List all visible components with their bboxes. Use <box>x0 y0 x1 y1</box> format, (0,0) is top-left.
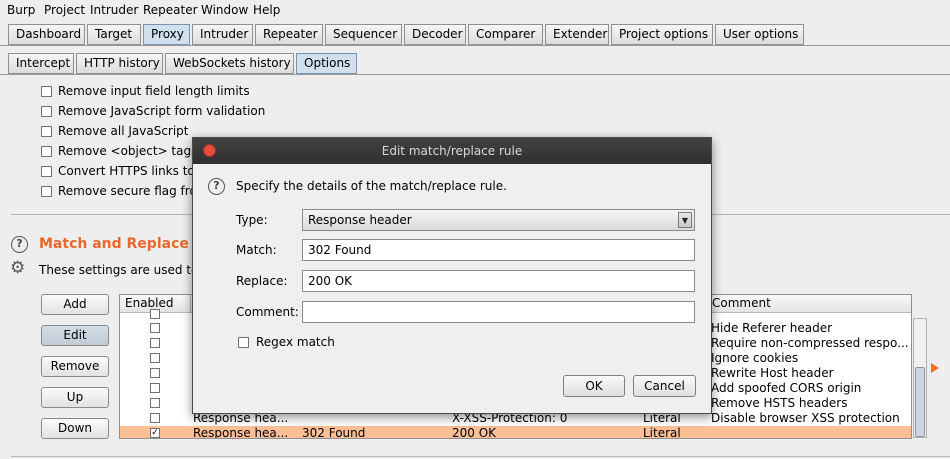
row-item: Response hea... <box>193 426 289 439</box>
down-button[interactable]: Down <box>41 418 109 439</box>
option-checkbox[interactable] <box>41 126 52 137</box>
tab-sequencer[interactable]: Sequencer <box>325 24 402 45</box>
match-label: Match: <box>236 243 277 257</box>
section-title: Match and Replace <box>39 236 189 252</box>
option-checkbox[interactable] <box>41 186 52 197</box>
tab-dashboard[interactable]: Dashboard <box>8 24 85 45</box>
expand-arrow-icon[interactable] <box>931 363 939 373</box>
row-replace: 200 OK <box>452 426 497 439</box>
row-enabled-checkbox[interactable] <box>150 368 160 378</box>
row-enabled-checkbox[interactable] <box>150 338 160 348</box>
cancel-button[interactable]: Cancel <box>633 375 696 397</box>
row-enabled-checkbox[interactable] <box>150 353 160 363</box>
ok-button[interactable]: OK <box>563 375 625 397</box>
replace-label: Replace: <box>236 274 288 288</box>
remove-button[interactable]: Remove <box>41 356 109 377</box>
tab-user-options[interactable]: User options <box>715 24 804 45</box>
add-button[interactable]: Add <box>41 294 109 315</box>
row-enabled-checkbox[interactable] <box>150 383 160 393</box>
option-label: Remove secure flag fron <box>58 184 205 198</box>
menu-burp[interactable]: Burp <box>7 3 35 17</box>
option-checkbox[interactable] <box>41 106 52 117</box>
help-icon[interactable]: ? <box>11 236 28 253</box>
tab-repeater[interactable]: Repeater <box>255 24 323 45</box>
regex-label: Regex match <box>256 335 335 349</box>
row-enabled-checkbox[interactable] <box>150 309 160 319</box>
menu-help[interactable]: Help <box>253 3 280 17</box>
tab-websockets-history[interactable]: WebSockets history <box>165 53 294 74</box>
row-type: Literal <box>643 426 681 439</box>
row-enabled-checkbox[interactable]: ✓ <box>150 428 160 438</box>
sub-tabs-divider <box>0 74 950 75</box>
row-comment: Rewrite Host header <box>711 366 834 380</box>
edit-rule-dialog: Edit match/replace rule ? Specify the de… <box>192 137 712 414</box>
menu-project[interactable]: Project <box>44 3 85 17</box>
dialog-titlebar[interactable]: Edit match/replace rule <box>193 138 711 164</box>
column-comment[interactable]: Comment <box>707 295 911 313</box>
row-enabled-checkbox[interactable] <box>150 398 160 408</box>
row-comment: Hide Referer header <box>711 321 833 335</box>
up-button[interactable]: Up <box>41 387 109 408</box>
chevron-down-icon[interactable]: ▼ <box>678 212 692 228</box>
tab-target[interactable]: Target <box>87 24 141 45</box>
menu-window[interactable]: Window <box>201 3 248 17</box>
tab-comparer[interactable]: Comparer <box>468 24 543 45</box>
table-scrollbar[interactable] <box>913 318 927 438</box>
tab-decoder[interactable]: Decoder <box>404 24 466 45</box>
main-tabs-divider <box>0 45 950 46</box>
menu-repeater[interactable]: Repeater <box>143 3 198 17</box>
match-input[interactable]: 302 Found <box>302 239 695 261</box>
option-label: Remove JavaScript form validation <box>58 104 266 118</box>
section-description: These settings are used to <box>39 263 199 277</box>
replace-input[interactable]: 200 OK <box>302 270 695 292</box>
row-comment: Disable browser XSS protection <box>711 411 900 425</box>
row-comment: Ignore cookies <box>711 351 799 365</box>
option-label: Remove all JavaScript <box>58 124 189 138</box>
type-select[interactable]: Response header ▼ <box>302 209 695 231</box>
tab-http-history[interactable]: HTTP history <box>76 53 163 74</box>
scrollbar-thumb[interactable] <box>915 367 925 437</box>
tab-options[interactable]: Options <box>296 53 357 74</box>
menu-intruder[interactable]: Intruder <box>90 3 138 17</box>
option-checkbox[interactable] <box>41 86 52 97</box>
row-enabled-checkbox[interactable] <box>150 323 160 333</box>
dialog-title: Edit match/replace rule <box>381 144 523 158</box>
type-label: Type: <box>236 213 268 227</box>
comment-label: Comment: <box>236 305 299 319</box>
type-select-value: Response header <box>308 213 412 227</box>
tab-extender[interactable]: Extender <box>545 24 609 45</box>
edit-button[interactable]: Edit <box>41 325 109 346</box>
row-comment: Remove HSTS headers <box>711 396 848 410</box>
option-checkbox[interactable] <box>41 146 52 157</box>
row-comment: Add spoofed CORS origin <box>711 381 862 395</box>
dialog-instructions: Specify the details of the match/replace… <box>236 179 507 193</box>
row-enabled-checkbox[interactable] <box>150 413 160 423</box>
tab-intercept[interactable]: Intercept <box>8 53 74 74</box>
row-match: 302 Found <box>302 426 366 439</box>
menu-bar: Burp Project Intruder Repeater Window He… <box>0 0 950 20</box>
option-checkbox[interactable] <box>41 166 52 177</box>
tab-proxy[interactable]: Proxy <box>143 24 190 45</box>
option-label: Convert HTTPS links to <box>58 164 195 178</box>
option-label: Remove <object> tags <box>58 144 198 158</box>
help-icon[interactable]: ? <box>208 178 225 195</box>
tab-project-options[interactable]: Project options <box>611 24 713 45</box>
row-comment: Require non-compressed respo... <box>711 336 909 350</box>
comment-input[interactable] <box>302 301 695 323</box>
option-label: Remove input field length limits <box>58 84 250 98</box>
table-row-selected[interactable]: ✓ Response hea... 302 Found 200 OK Liter… <box>120 426 911 439</box>
gear-icon[interactable]: ⚙ <box>10 260 25 277</box>
regex-checkbox[interactable] <box>238 337 249 348</box>
section-divider <box>11 456 950 457</box>
tab-intruder[interactable]: Intruder <box>192 24 253 45</box>
